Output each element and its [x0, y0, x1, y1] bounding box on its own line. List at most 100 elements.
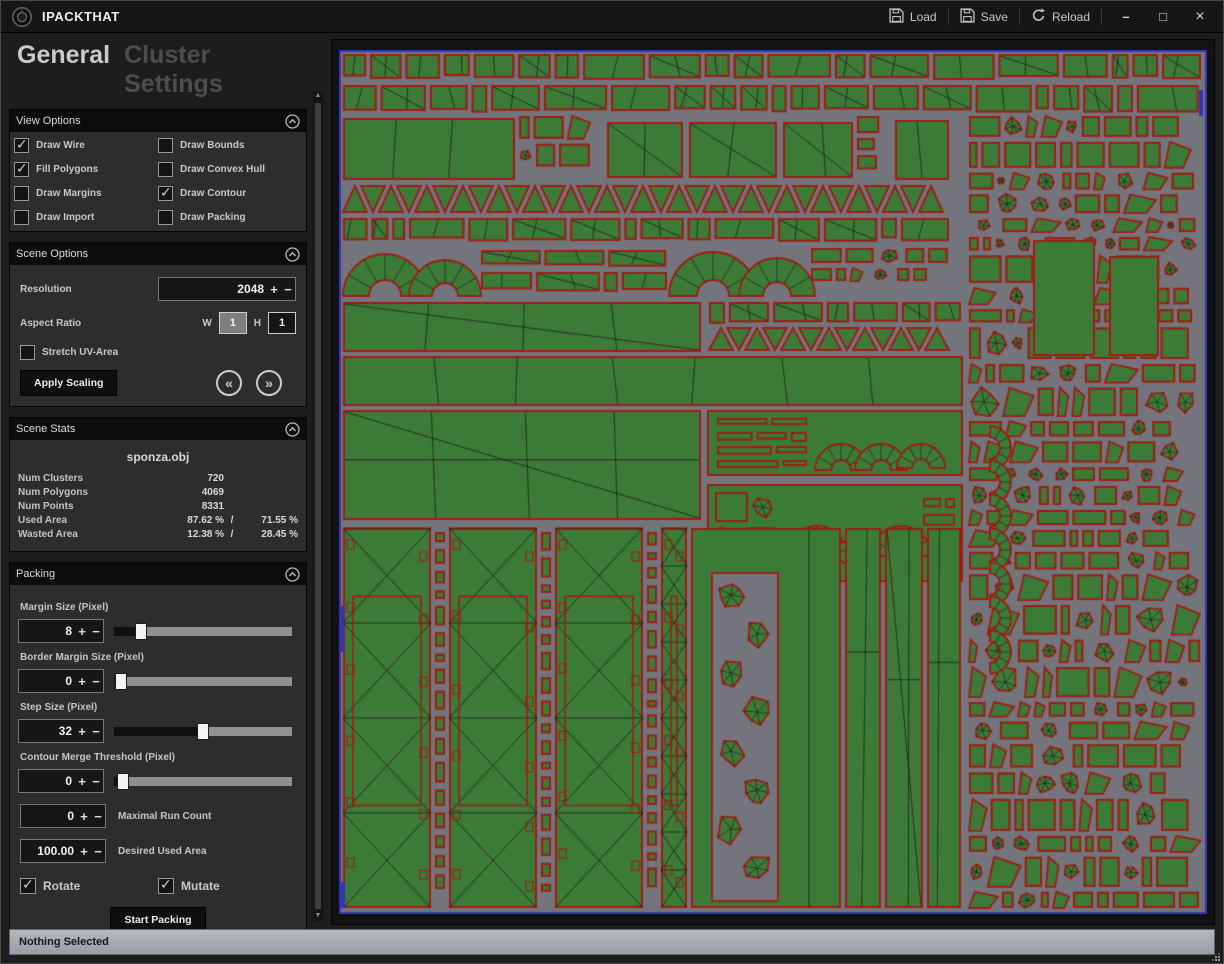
checkbox-draw-packing[interactable]: Draw Packing [158, 210, 302, 225]
decrement-icon[interactable] [91, 809, 105, 824]
scene-stats-header[interactable]: Scene Stats [10, 418, 306, 440]
step-size-label: Step Size (Pixel) [20, 702, 296, 713]
value-field[interactable]: 0 [19, 774, 75, 788]
save-label: Save [981, 10, 1008, 24]
history-back-button[interactable] [216, 370, 242, 396]
contour-merge-threshold-slider[interactable] [114, 777, 292, 786]
checkbox-draw-margins[interactable]: Draw Margins [14, 186, 158, 201]
scrollbar-thumb[interactable] [315, 103, 321, 909]
border-margin-size-input[interactable]: 0 [18, 669, 104, 693]
increment-icon[interactable] [75, 624, 89, 639]
checkbox-label: Draw Margins [36, 188, 102, 199]
stat-row-used-area: Used Area87.62 %/71.55 % [18, 515, 298, 526]
resolution-value[interactable]: 2048 [159, 282, 267, 296]
checkbox[interactable] [158, 162, 173, 177]
decrement-icon[interactable] [89, 674, 103, 689]
maximize-icon [1159, 9, 1167, 24]
checkbox-stretch-uv-area[interactable]: Stretch UV-Area [20, 345, 296, 360]
checkbox[interactable] [20, 878, 36, 894]
value-field[interactable]: 0 [19, 674, 75, 688]
minimize-button[interactable] [1113, 7, 1139, 27]
resize-grip[interactable] [1211, 952, 1220, 961]
increment-icon[interactable] [267, 282, 281, 297]
checkbox-draw-wire[interactable]: Draw Wire [14, 138, 158, 153]
contour-merge-threshold-input[interactable]: 0 [18, 769, 104, 793]
decrement-icon[interactable] [89, 774, 103, 789]
scroll-up-icon[interactable] [313, 91, 323, 101]
increment-icon[interactable] [75, 724, 89, 739]
decrement-icon[interactable] [281, 282, 295, 297]
view-options-header[interactable]: View Options [10, 110, 306, 132]
value-field[interactable]: 8 [19, 624, 75, 638]
margin-size-input[interactable]: 8 [18, 619, 104, 643]
load-button[interactable]: Load [889, 8, 937, 26]
checkbox[interactable] [14, 186, 29, 201]
checkbox-rotate[interactable]: Rotate [20, 878, 158, 894]
checkbox-draw-import[interactable]: Draw Import [14, 210, 158, 225]
value-field[interactable]: 0 [21, 809, 77, 823]
collapse-icon[interactable] [285, 247, 300, 262]
checkbox-mutate[interactable]: Mutate [158, 878, 296, 894]
maximal-run-count-input[interactable]: 0 [20, 804, 106, 828]
checkbox[interactable] [14, 138, 29, 153]
increment-icon[interactable] [77, 844, 91, 859]
collapse-icon[interactable] [285, 422, 300, 437]
sidebar-scrollbar[interactable] [313, 91, 323, 921]
maximize-button[interactable] [1150, 7, 1176, 27]
aspect-w-label: W [202, 318, 211, 329]
aspect-h-input[interactable]: 1 [268, 312, 296, 334]
decrement-icon[interactable] [91, 844, 105, 859]
checkbox-draw-convex-hull[interactable]: Draw Convex Hull [158, 162, 302, 177]
tab-general[interactable]: General [17, 41, 110, 70]
scroll-down-icon[interactable] [313, 911, 323, 921]
packing-header[interactable]: Packing [10, 563, 306, 585]
history-forward-button[interactable] [256, 370, 282, 396]
value-field[interactable]: 32 [19, 724, 75, 738]
slider-handle[interactable] [136, 624, 146, 639]
desired-used-area-input[interactable]: 100.00 [20, 839, 106, 863]
checkbox[interactable] [20, 345, 35, 360]
increment-icon[interactable] [75, 674, 89, 689]
resolution-input[interactable]: 2048 [158, 277, 296, 301]
checkbox-draw-bounds[interactable]: Draw Bounds [158, 138, 302, 153]
increment-icon[interactable] [77, 809, 91, 824]
contour-merge-threshold-label: Contour Merge Threshold (Pixel) [20, 752, 296, 763]
save-button[interactable]: Save [960, 8, 1008, 26]
uv-viewport[interactable] [331, 39, 1215, 925]
step-size-input[interactable]: 32 [18, 719, 104, 743]
save-icon [960, 8, 975, 26]
slider-handle[interactable] [118, 774, 128, 789]
checkbox[interactable] [158, 138, 173, 153]
value-field[interactable]: 100.00 [21, 844, 77, 858]
collapse-icon[interactable] [285, 567, 300, 582]
reload-button[interactable]: Reload [1031, 8, 1090, 26]
uv-canvas[interactable] [339, 50, 1207, 914]
margin-size-slider[interactable] [114, 627, 292, 636]
increment-icon[interactable] [75, 774, 89, 789]
checkbox-label: Fill Polygons [36, 164, 98, 175]
checkbox-draw-contour[interactable]: Draw Contour [158, 186, 302, 201]
scene-options-header[interactable]: Scene Options [10, 243, 306, 265]
step-size-slider[interactable] [114, 727, 292, 736]
border-margin-size-slider[interactable] [114, 677, 292, 686]
checkbox[interactable] [14, 210, 29, 225]
decrement-icon[interactable] [89, 624, 103, 639]
checkbox[interactable] [14, 162, 29, 177]
load-icon [889, 8, 904, 26]
checkbox[interactable] [158, 186, 173, 201]
checkbox-label: Draw Import [36, 212, 94, 223]
slider-handle[interactable] [198, 724, 208, 739]
close-icon [1195, 8, 1204, 26]
apply-scaling-button[interactable]: Apply Scaling [20, 370, 117, 396]
checkbox-fill-polygons[interactable]: Fill Polygons [14, 162, 158, 177]
aspect-w-input[interactable]: 1 [219, 312, 247, 334]
packing-body: Margin Size (Pixel) 8 Border Margin Size… [10, 585, 306, 945]
checkbox[interactable] [158, 878, 174, 894]
collapse-icon[interactable] [285, 114, 300, 129]
slider-handle[interactable] [116, 674, 126, 689]
close-button[interactable] [1187, 7, 1213, 27]
toolbar-divider [1019, 9, 1020, 25]
checkbox[interactable] [158, 210, 173, 225]
tab-cluster-settings[interactable]: Cluster Settings [124, 41, 315, 99]
decrement-icon[interactable] [89, 724, 103, 739]
